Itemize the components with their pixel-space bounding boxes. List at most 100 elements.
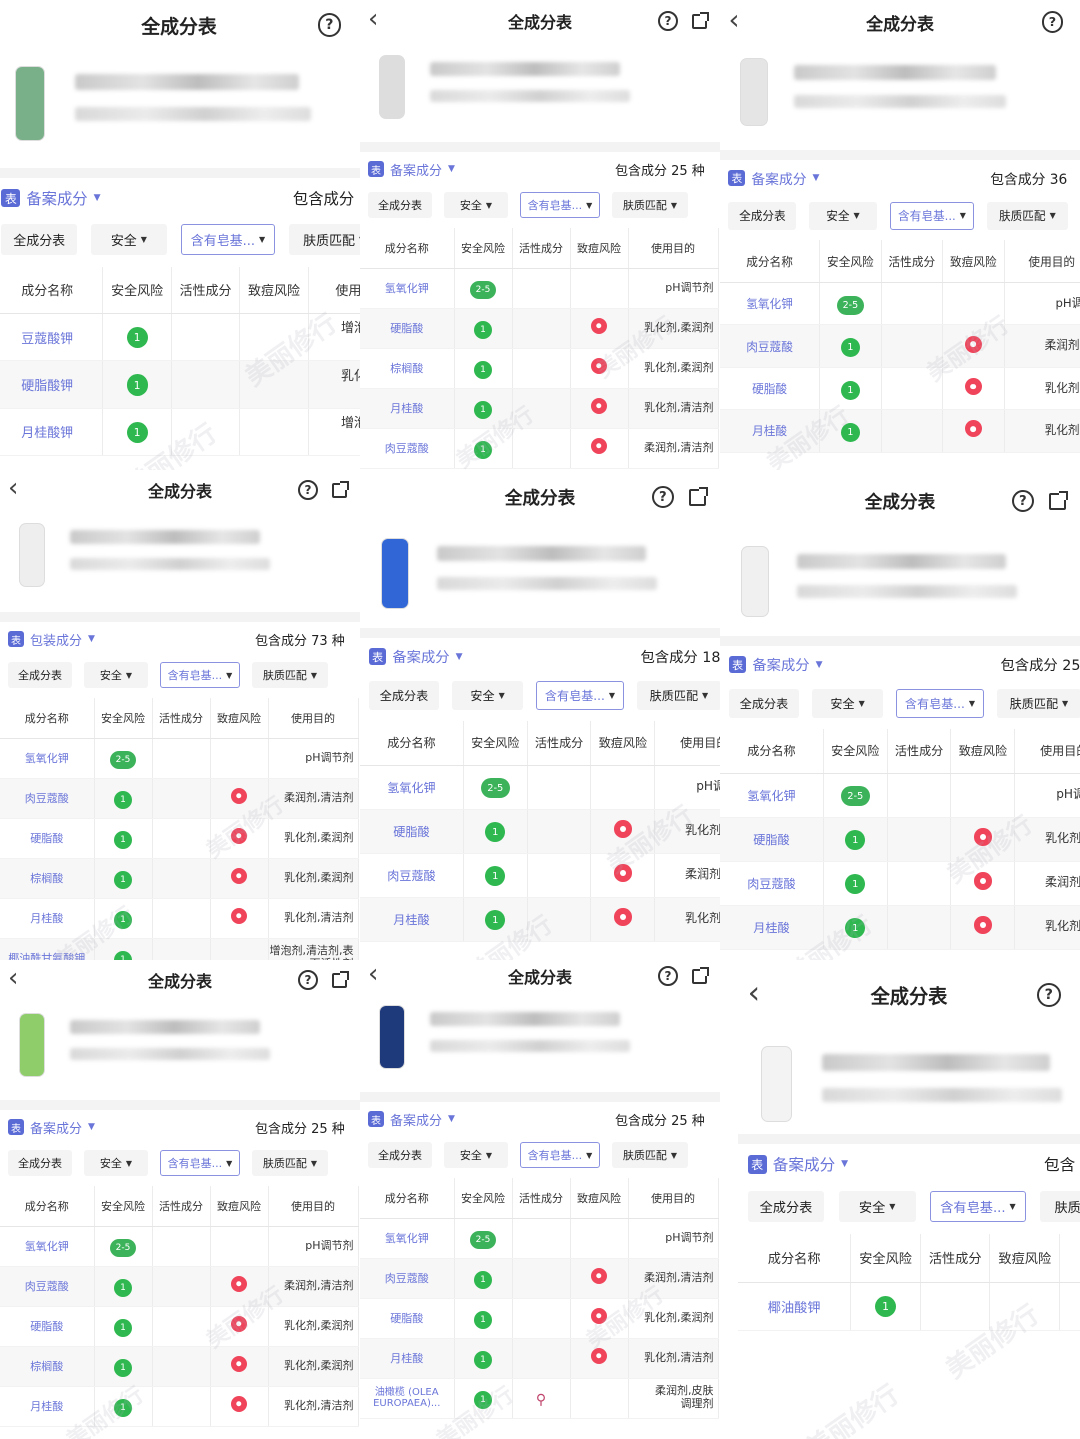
filter-soap-button[interactable]: 含有皂基... ▼	[160, 1150, 240, 1176]
source-dropdown-label[interactable]: 备案成分	[752, 654, 809, 675]
table-row[interactable]: 月桂酸 1 乳化剂,清洁	[360, 897, 720, 942]
filter-soap-button[interactable]: 含有皂基... ▼	[889, 202, 975, 230]
share-icon[interactable]	[332, 971, 349, 988]
help-icon[interactable]: ?	[298, 970, 318, 990]
filter-all-button[interactable]: 全成分表	[728, 689, 800, 718]
ingredient-source-bar[interactable]: 表备案成分 ▼ 包含成分 25 种	[0, 1110, 360, 1144]
ingredient-name[interactable]: 氢氧化钾	[360, 765, 464, 810]
ingredient-name[interactable]: 月桂酸	[720, 905, 824, 950]
ingredient-name[interactable]: 硬脂酸	[0, 818, 95, 859]
ingredient-source-bar[interactable]: 表备案成分 ▼ 包含成分 18 种	[360, 638, 720, 675]
table-row[interactable]: 肉豆蔻酸 1 柔润剂,清洁	[720, 861, 1080, 906]
product-header[interactable]	[0, 50, 360, 168]
filter-skin-button[interactable]: 肤质匹配▼	[252, 662, 328, 688]
table-row[interactable]: 硬脂酸 1 乳化剂,柔润	[720, 817, 1080, 862]
ingredient-name[interactable]: 月桂酸	[360, 897, 464, 942]
ingredient-name[interactable]: 硬脂酸	[360, 809, 464, 854]
table-row[interactable]: 月桂酸 1 乳化剂,清	[720, 409, 1080, 453]
filter-skin-button[interactable]: 肤质匹配▼	[637, 681, 720, 710]
product-header[interactable]	[720, 44, 1080, 150]
filter-safety-button[interactable]: 安全 ▼	[452, 681, 523, 710]
back-arrow-icon[interactable]: ‹	[728, 4, 739, 36]
help-icon[interactable]: ?	[317, 13, 342, 37]
filter-skin-button[interactable]: 肤质匹配▼	[252, 1150, 328, 1176]
ingredient-name[interactable]: 肉豆蔻酸	[720, 861, 824, 906]
table-row[interactable]: 油橄榄 (OLEA EUROPAEA)... 1 ⚲ 柔润剂,皮肤 调理剂	[360, 1378, 719, 1419]
table-row[interactable]: 椰油酰甘氨酸钾 1 增泡剂,清洁剂,表 面活性剂	[0, 938, 359, 960]
product-header[interactable]	[360, 524, 720, 628]
table-row[interactable]: 硬脂酸 1 乳化剂,柔	[720, 367, 1080, 411]
ingredient-name[interactable]: 氢氧化钾	[360, 1218, 455, 1259]
table-row[interactable]: 棕榈酸 1 乳化剂,柔润剂	[360, 348, 719, 389]
ingredient-source-bar[interactable]: 表备案成分 ▼ 包含成分 25 种	[720, 646, 1080, 683]
filter-soap-button[interactable]: 含有皂基... ▼	[520, 1142, 600, 1168]
back-arrow-icon[interactable]: ‹	[368, 960, 378, 989]
ingredient-name[interactable]: 棕榈酸	[360, 348, 455, 389]
table-row[interactable]: 硬脂酸 1 乳化剂,柔润剂	[0, 1306, 359, 1347]
filter-all-button[interactable]: 全成分表	[8, 662, 72, 688]
table-row[interactable]: 氢氧化钾 2-5 pH调节剂	[360, 268, 719, 309]
ingredient-name[interactable]: 月桂酸钾	[0, 408, 104, 456]
ingredient-name[interactable]: 硬脂酸	[720, 367, 821, 411]
filter-safety-button[interactable]: 安全 ▼	[91, 224, 167, 255]
ingredient-source-bar[interactable]: 表备案成分 ▼ 包含成分 25 种	[360, 1102, 720, 1136]
source-dropdown-label[interactable]: 备案成分	[390, 1110, 442, 1129]
filter-all-button[interactable]: 全成分表	[747, 1190, 825, 1222]
filter-skin-button[interactable]: 肤质匹配▼	[1040, 1190, 1080, 1222]
back-arrow-icon[interactable]: ‹	[8, 473, 18, 503]
ingredient-name[interactable]: 月桂酸	[0, 898, 95, 939]
help-icon[interactable]: ?	[1041, 11, 1064, 33]
filter-soap-button[interactable]: 含有皂基... ▼	[160, 662, 240, 688]
filter-all-button[interactable]: 全成分表	[8, 1150, 72, 1176]
back-arrow-icon[interactable]: ‹	[748, 975, 760, 1011]
help-icon[interactable]: ?	[651, 486, 674, 508]
filter-all-button[interactable]: 全成分表	[368, 681, 440, 710]
filter-all-button[interactable]: 全成分表	[728, 202, 797, 230]
ingredient-name[interactable]: 月桂酸	[0, 1386, 95, 1427]
filter-safety-button[interactable]: 安全 ▼	[444, 1142, 508, 1168]
table-row[interactable]: 月桂酸 1 乳化剂,清洁剂	[360, 1338, 719, 1379]
filter-soap-button[interactable]: 含有皂基... ▼	[895, 689, 984, 718]
table-row[interactable]: 月桂酸 1 乳化剂,清洁	[720, 905, 1080, 950]
filter-safety-button[interactable]: 安全 ▼	[809, 202, 877, 230]
filter-soap-button[interactable]: 含有皂基... ▼	[180, 224, 276, 255]
ingredient-name[interactable]: 肉豆蔻酸	[360, 1258, 455, 1299]
filter-skin-button[interactable]: 肤质匹配▼	[289, 224, 360, 255]
ingredient-name[interactable]: 氢氧化钾	[0, 1226, 95, 1267]
ingredient-name[interactable]: 月桂酸	[360, 1338, 455, 1379]
table-row[interactable]: 肉豆蔻酸 1 柔润剂,清洁剂	[0, 1266, 359, 1307]
share-icon[interactable]	[692, 967, 709, 984]
source-dropdown-label[interactable]: 备案成分	[26, 187, 87, 209]
table-row[interactable]: 氢氧化钾 2-5 pH调节剂	[720, 773, 1080, 818]
ingredient-name[interactable]: 豆蔻酸钾	[0, 313, 104, 362]
filter-soap-button[interactable]: 含有皂基... ▼	[520, 192, 600, 218]
filter-soap-button[interactable]: 含有皂基... ▼	[535, 681, 624, 710]
source-dropdown-label[interactable]: 备案成分	[751, 168, 806, 188]
filter-soap-button[interactable]: 含有皂基... ▼	[929, 1190, 1026, 1222]
share-icon[interactable]	[689, 487, 708, 506]
table-row[interactable]: 肉豆蔻酸 1 柔润剂,清洁剂	[0, 778, 359, 819]
ingredient-name[interactable]: 椰油酰甘氨酸钾	[0, 938, 95, 960]
ingredient-name[interactable]: 棕榈酸	[0, 1346, 95, 1387]
ingredient-source-bar[interactable]: 表备案成分 ▼ 包含成分 25 种	[360, 152, 720, 186]
table-row[interactable]: 氢氧化钾 2-5 pH调节剂	[0, 738, 359, 779]
ingredient-name[interactable]: 肉豆蔻酸	[0, 1266, 95, 1307]
ingredient-name[interactable]: 氢氧化钾	[360, 268, 455, 309]
table-row[interactable]: 肉豆蔻酸 1 柔润剂,清洁剂	[360, 428, 719, 469]
ingredient-name[interactable]: 肉豆蔻酸	[720, 324, 821, 368]
product-header[interactable]	[360, 992, 720, 1092]
ingredient-name[interactable]: 肉豆蔻酸	[360, 853, 464, 898]
filter-skin-button[interactable]: 肤质匹配▼	[997, 689, 1080, 718]
help-icon[interactable]: ?	[298, 480, 318, 500]
filter-all-button[interactable]: 全成分表	[1, 224, 77, 255]
ingredient-name[interactable]: 椰油酸钾	[738, 1282, 852, 1331]
ingredient-name[interactable]: 氢氧化钾	[720, 773, 824, 818]
share-icon[interactable]	[1049, 491, 1068, 510]
share-icon[interactable]	[692, 12, 709, 29]
share-icon[interactable]	[332, 481, 349, 498]
product-header[interactable]	[0, 1000, 360, 1100]
filter-skin-button[interactable]: 肤质匹配▼	[612, 192, 688, 218]
table-row[interactable]: 月桂酸 1 乳化剂,清洁剂	[360, 388, 719, 429]
filter-skin-button[interactable]: 肤质匹配▼	[612, 1142, 688, 1168]
table-row[interactable]: 月桂酸 1 乳化剂,清洁剂	[0, 898, 359, 939]
